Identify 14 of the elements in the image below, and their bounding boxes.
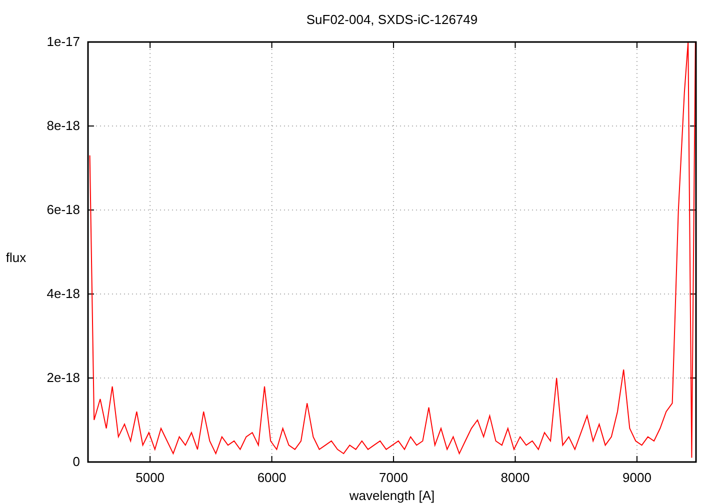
x-tick-label: 6000 (257, 470, 286, 485)
y-tick-label: 8e-18 (46, 118, 80, 133)
chart-title: SuF02-004, SXDS-iC-126749 (306, 12, 478, 27)
x-tick-label: 9000 (622, 470, 652, 485)
axis-label: flux (6, 250, 26, 265)
x-tick-label: 8000 (500, 470, 530, 485)
y-tick-label: 4e-18 (46, 286, 80, 301)
x-tick-label: 5000 (136, 470, 165, 485)
y-tick-label: 6e-18 (46, 202, 80, 217)
x-tick-label: 7000 (379, 470, 408, 485)
y-tick-label: 2e-18 (46, 370, 80, 385)
y-tick-label: 1e-17 (46, 34, 80, 49)
axis-label: wavelength [A] (349, 488, 435, 503)
y-tick-label: 0 (72, 454, 80, 469)
